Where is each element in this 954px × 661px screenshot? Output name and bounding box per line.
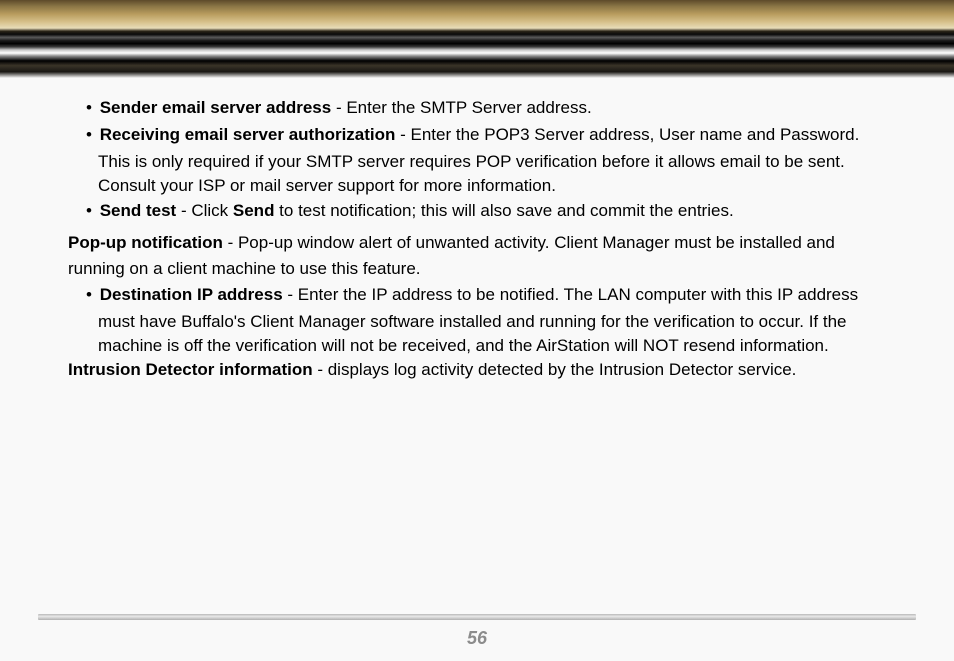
popup-title: Pop-up notification [68, 233, 223, 252]
item-title: Send test [100, 201, 177, 220]
item-desc: - Enter the SMTP Server address. [331, 98, 591, 117]
decorative-header-band [0, 0, 954, 78]
popup-notification-line: Pop-up notification - Pop-up window aler… [68, 231, 914, 255]
continuation-line: must have Buffalo's Client Manager softw… [68, 310, 914, 334]
bullet-send-test: • Send test - Click Send to test notific… [68, 199, 914, 223]
send-action-label: Send [233, 201, 275, 220]
item-sep: - Click [176, 201, 233, 220]
continuation-line: Consult your ISP or mail server support … [68, 174, 914, 198]
item-desc: - Enter the POP3 Server address, User na… [395, 125, 859, 144]
page-footer: 56 [0, 614, 954, 649]
item-title: Destination IP address [100, 285, 283, 304]
bullet-dot: • [86, 98, 92, 117]
bullet-dot: • [86, 285, 92, 304]
bullet-sender-email: • Sender email server address - Enter th… [68, 96, 914, 120]
continuation-line: This is only required if your SMTP serve… [68, 150, 914, 174]
popup-notification-line2: running on a client machine to use this … [68, 257, 914, 281]
document-content: • Sender email server address - Enter th… [0, 78, 954, 382]
bullet-receiving-auth: • Receiving email server authorization -… [68, 123, 914, 147]
item-title: Sender email server address [100, 98, 332, 117]
page-number: 56 [0, 628, 954, 649]
bullet-dot: • [86, 125, 92, 144]
intrusion-title: Intrusion Detector information [68, 360, 313, 379]
bullet-dot: • [86, 201, 92, 220]
intrusion-desc: - displays log activity detected by the … [313, 360, 797, 379]
item-rest: to test notification; this will also sav… [274, 201, 733, 220]
item-title: Receiving email server authorization [100, 125, 396, 144]
footer-divider [38, 614, 916, 620]
bullet-destination-ip: • Destination IP address - Enter the IP … [68, 283, 914, 307]
popup-desc: - Pop-up window alert of unwanted activi… [223, 233, 835, 252]
continuation-line: machine is off the verification will not… [68, 334, 914, 358]
item-desc: - Enter the IP address to be notified. T… [283, 285, 858, 304]
intrusion-detector-line: Intrusion Detector information - display… [68, 358, 914, 382]
